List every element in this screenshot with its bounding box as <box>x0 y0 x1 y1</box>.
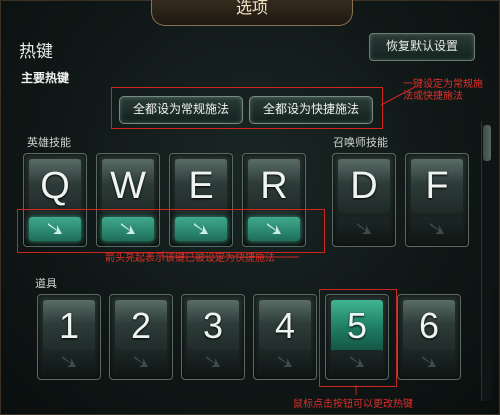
item-slot-4[interactable]: 4 <box>253 294 317 380</box>
item-slot-6[interactable]: 6 <box>397 294 461 380</box>
arrow-down-right-icon <box>134 356 148 367</box>
annotation-click-to-change: 鼠标点击按钮可以更改热键 <box>293 399 413 410</box>
item-slot-5[interactable]: 5 <box>325 294 389 380</box>
annotation-arrows: 箭头亮起表示该键已被设定为快捷施法 <box>105 253 275 264</box>
window-title: 选项 <box>151 0 353 26</box>
item-slot-3[interactable]: 3 <box>181 294 245 380</box>
arrow-down-right-icon <box>62 356 76 367</box>
set-all-normal-button[interactable]: 全都设为常规施法 <box>119 96 243 124</box>
quick-cast-toggle-d[interactable] <box>338 217 390 241</box>
options-window: 选项 热键 恢复默认设置 主要热键 全都设为常规施法 全都设为快捷施法 一键设定… <box>0 0 500 415</box>
hotkey-d-label: D <box>338 159 390 213</box>
item-slot-5-arrow[interactable] <box>331 350 383 374</box>
item-slot-2-label: 2 <box>115 300 167 352</box>
scrollbar[interactable] <box>481 121 492 401</box>
hotkey-w-label: W <box>102 159 154 213</box>
hotkey-f-label: F <box>411 159 463 213</box>
items-label: 道具 <box>35 277 57 290</box>
main-hotkeys-label: 主要热键 <box>21 71 70 85</box>
annotation-arrow-bottom <box>355 385 357 395</box>
hotkey-q-label: Q <box>29 159 81 213</box>
item-slot-2-arrow[interactable] <box>115 350 167 374</box>
item-slot-1-label: 1 <box>43 300 95 352</box>
item-slot-1-arrow[interactable] <box>43 350 95 374</box>
item-slot-6-label: 6 <box>403 300 455 352</box>
item-slot-1[interactable]: 1 <box>37 294 101 380</box>
scrollbar-thumb[interactable] <box>483 125 491 161</box>
quick-cast-toggle-f[interactable] <box>411 217 463 241</box>
item-slot-6-arrow[interactable] <box>403 350 455 374</box>
hero-skills-label: 英雄技能 <box>27 136 71 149</box>
restore-default-button[interactable]: 恢复默认设置 <box>369 33 475 61</box>
annotation-box-arrows <box>17 209 325 253</box>
arrow-down-right-icon <box>206 356 220 367</box>
hotkey-d[interactable]: D <box>332 153 396 247</box>
arrow-down-right-icon <box>350 356 364 367</box>
annotation-set-all: 一键设定为常规施法或快捷施法 <box>403 79 483 102</box>
arrow-down-right-icon <box>357 223 371 234</box>
arrow-down-right-icon <box>422 356 436 367</box>
arrow-down-right-icon <box>430 223 444 234</box>
item-slot-5-label: 5 <box>331 300 383 352</box>
hotkey-f[interactable]: F <box>405 153 469 247</box>
hotkeys-section-title: 热键 <box>19 42 53 62</box>
item-slot-3-arrow[interactable] <box>187 350 239 374</box>
item-slot-3-label: 3 <box>187 300 239 352</box>
summoner-skills-label: 召唤师技能 <box>333 136 388 149</box>
item-slot-2[interactable]: 2 <box>109 294 173 380</box>
item-slot-4-arrow[interactable] <box>259 350 311 374</box>
hotkey-r-label: R <box>248 159 300 213</box>
arrow-down-right-icon <box>278 356 292 367</box>
set-all-quick-button[interactable]: 全都设为快捷施法 <box>249 96 373 124</box>
item-slot-4-label: 4 <box>259 300 311 352</box>
hotkey-e-label: E <box>175 159 227 213</box>
